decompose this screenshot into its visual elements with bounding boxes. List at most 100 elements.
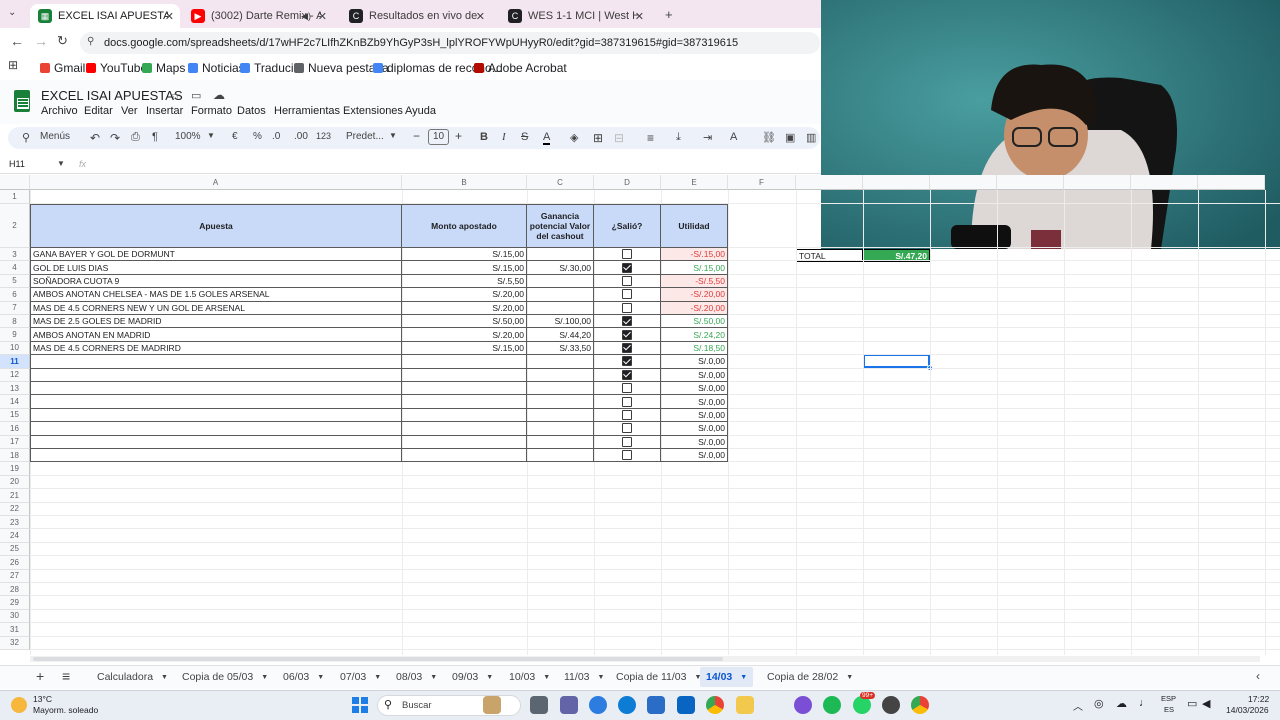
cell-apuesta[interactable]: MAS DE 4.5 CORNERS NEW Y UN GOL DE ARSEN…: [30, 301, 402, 315]
tray-onedrive-icon[interactable]: ☁: [1116, 697, 1127, 710]
add-sheet-icon[interactable]: +: [36, 668, 44, 684]
insert-link-icon[interactable]: ⛓: [762, 131, 776, 144]
tab-close-icon[interactable]: ✕: [165, 10, 174, 23]
row-header[interactable]: 7: [0, 301, 30, 315]
font-size-decrease-button[interactable]: −: [413, 129, 420, 143]
cell-utilidad[interactable]: S/.0,00: [661, 449, 728, 463]
star-icon[interactable]: ☆: [170, 89, 181, 103]
header-salio[interactable]: ¿Salió?: [594, 204, 661, 248]
mail-icon[interactable]: [677, 696, 695, 714]
cell-utilidad[interactable]: -S/.15,00: [661, 248, 728, 262]
text-color-icon[interactable]: A: [543, 131, 551, 145]
row-header[interactable]: 21: [0, 489, 30, 503]
currency-format-button[interactable]: €: [232, 131, 238, 142]
borders-icon[interactable]: ⊞: [593, 131, 603, 145]
cell-utilidad[interactable]: S/.0,00: [661, 382, 728, 396]
name-box[interactable]: H11: [9, 159, 25, 169]
forward-arrow-icon[interactable]: →: [34, 33, 48, 49]
tray-mic-icon[interactable]: ♩: [1139, 697, 1150, 709]
salio-checkbox[interactable]: [622, 383, 632, 394]
salio-checkbox[interactable]: [622, 409, 632, 420]
tray-sync-icon[interactable]: ◎: [1094, 697, 1104, 710]
cell-apuesta[interactable]: [30, 382, 402, 396]
horizontal-align-icon[interactable]: ≡: [647, 131, 654, 145]
salio-checkbox[interactable]: [622, 316, 632, 327]
cell-ganancia[interactable]: [527, 395, 594, 409]
sheet-tab[interactable]: 06/03 ▼: [283, 667, 324, 687]
cell-ganancia[interactable]: [527, 368, 594, 382]
cell-ganancia[interactable]: [527, 422, 594, 436]
font-size-increase-button[interactable]: +: [455, 129, 462, 143]
cell-apuesta[interactable]: [30, 422, 402, 436]
chrome-icon[interactable]: [706, 696, 724, 714]
row-header[interactable]: 19: [0, 462, 30, 476]
row-header[interactable]: 26: [0, 556, 30, 570]
document-title[interactable]: EXCEL ISAI APUESTAS: [41, 88, 183, 103]
row-header[interactable]: 17: [0, 435, 30, 449]
new-tab-button[interactable]: +: [665, 7, 673, 22]
copilot-icon[interactable]: [589, 696, 607, 714]
row-header[interactable]: 12: [0, 368, 30, 382]
decrease-decimals-button[interactable]: .0: [272, 131, 280, 142]
menu-ayuda[interactable]: Ayuda: [405, 105, 436, 117]
cell-monto[interactable]: [402, 422, 527, 436]
column-header[interactable]: [1064, 175, 1131, 190]
salio-checkbox[interactable]: [622, 450, 632, 461]
cell-utilidad[interactable]: S/.0,00: [661, 422, 728, 436]
cell-monto[interactable]: S/.15,00: [402, 261, 527, 275]
cell-ganancia[interactable]: [527, 355, 594, 369]
column-header[interactable]: [796, 175, 863, 190]
sheet-tab-chevron-icon[interactable]: ▼: [740, 674, 747, 681]
cell-monto[interactable]: S/.5,50: [402, 274, 527, 289]
sheet-tab-chevron-icon[interactable]: ▼: [261, 674, 268, 681]
sheet-tab-chevron-icon[interactable]: ▼: [317, 674, 324, 681]
task-view-icon[interactable]: [530, 696, 548, 714]
cell-apuesta[interactable]: SOÑADORA CUOTA 9: [30, 274, 402, 289]
salio-checkbox[interactable]: [622, 356, 632, 367]
salio-checkbox[interactable]: [622, 262, 632, 273]
sheet-tab[interactable]: 07/03 ▼: [340, 667, 381, 687]
print-icon[interactable]: ⎙: [131, 131, 140, 144]
salio-checkbox[interactable]: [622, 275, 632, 286]
bookmark-item[interactable]: YouTube: [86, 61, 147, 75]
strikethrough-icon[interactable]: S: [521, 131, 528, 143]
font-select[interactable]: Predet...: [346, 131, 384, 142]
cloud-status-icon[interactable]: ☁: [213, 88, 225, 102]
menu-formato[interactable]: Formato: [191, 105, 232, 117]
menu-insertar[interactable]: Insertar: [146, 105, 183, 117]
menu-archivo[interactable]: Archivo: [41, 105, 78, 117]
clock-time[interactable]: 17:22: [1248, 694, 1269, 704]
cell-ganancia[interactable]: [527, 248, 594, 262]
cell-monto[interactable]: S/.15,00: [402, 248, 527, 262]
row-header[interactable]: 6: [0, 288, 30, 302]
cell-monto[interactable]: [402, 449, 527, 463]
vertical-align-icon[interactable]: ⤓: [676, 131, 681, 144]
sheet-tab-chevron-icon[interactable]: ▼: [161, 674, 168, 681]
tab-close-icon[interactable]: ✕: [318, 10, 327, 23]
row-header[interactable]: 4: [0, 261, 30, 275]
sheet-tab-chevron-icon[interactable]: ▼: [846, 674, 853, 681]
cell-apuesta[interactable]: [30, 368, 402, 382]
row-header[interactable]: 31: [0, 623, 30, 637]
paint-format-icon[interactable]: ¶: [152, 131, 158, 143]
select-all-corner[interactable]: [0, 175, 30, 190]
app-purple-icon[interactable]: [794, 696, 812, 714]
horizontal-scrollbar-thumb[interactable]: [33, 657, 723, 661]
row-header[interactable]: 10: [0, 341, 30, 356]
all-sheets-icon[interactable]: ≡: [62, 668, 70, 684]
cell-ganancia[interactable]: [527, 382, 594, 396]
cell-utilidad[interactable]: S/.0,00: [661, 368, 728, 382]
lang-top[interactable]: ESP: [1161, 694, 1176, 703]
row-header[interactable]: 9: [0, 328, 30, 342]
move-folder-icon[interactable]: ▭: [191, 89, 201, 102]
sheet-tab-chevron-icon[interactable]: ▼: [374, 674, 381, 681]
salio-checkbox[interactable]: [622, 329, 632, 340]
insert-comment-icon[interactable]: ▣: [785, 131, 795, 144]
cell-monto[interactable]: [402, 368, 527, 382]
text-wrap-icon[interactable]: ⇥: [703, 131, 712, 144]
sheet-tab[interactable]: 10/03 ▼: [509, 667, 550, 687]
horizontal-scrollbar[interactable]: [30, 656, 1260, 662]
cell-apuesta[interactable]: [30, 408, 402, 423]
store-icon[interactable]: [647, 696, 665, 714]
row-header[interactable]: 29: [0, 596, 30, 610]
